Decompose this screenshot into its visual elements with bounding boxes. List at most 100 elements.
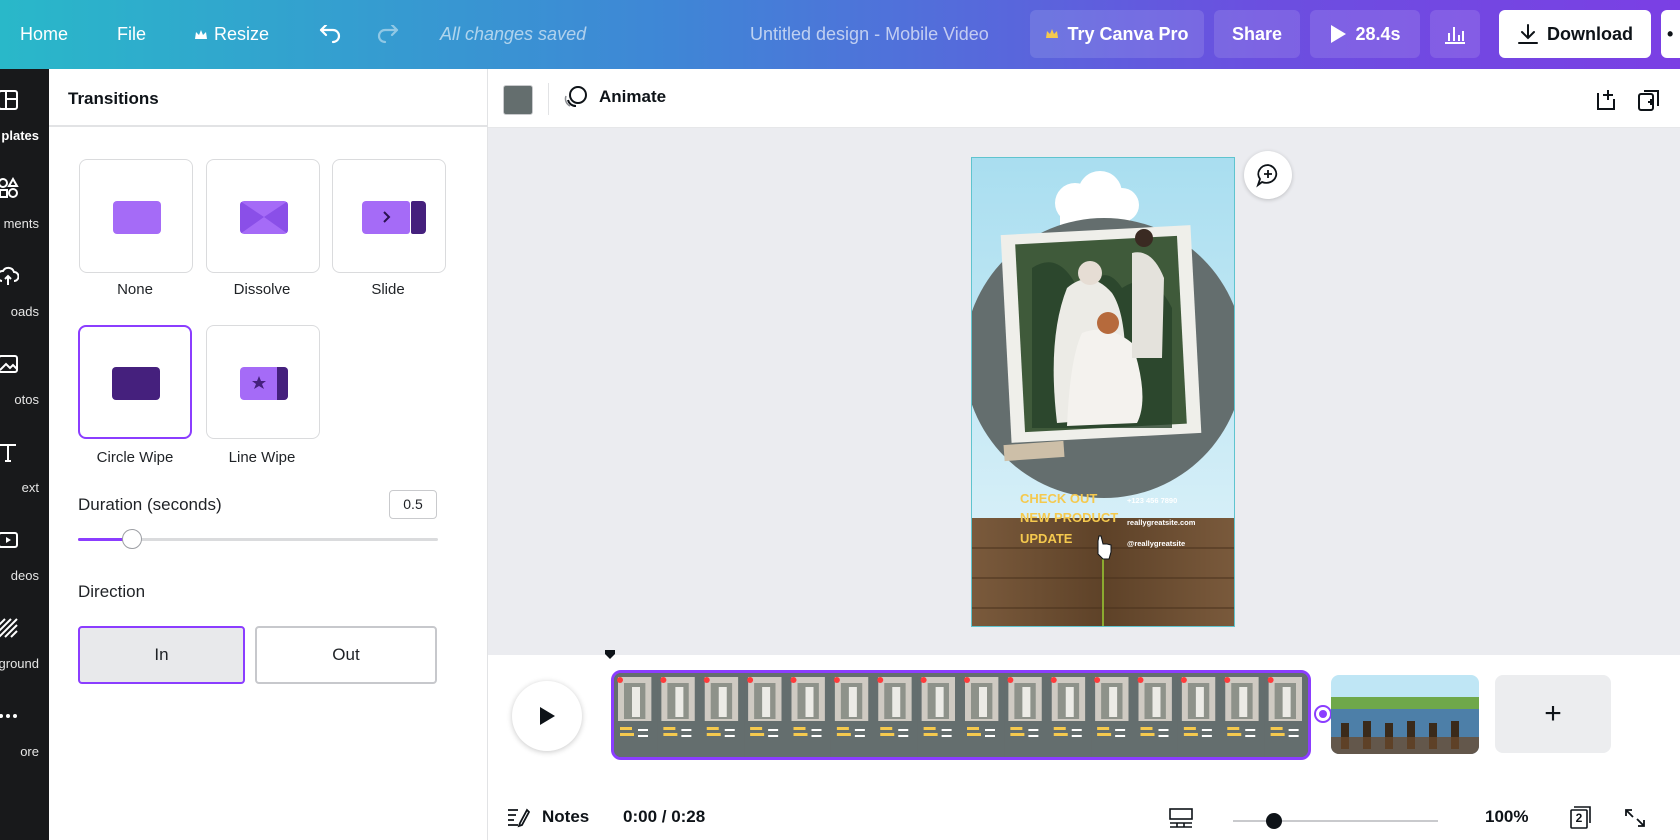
transition-circle-wipe[interactable] — [78, 325, 192, 439]
clip-frame — [1047, 673, 1092, 757]
design-canvas: CHECK OUT NEW PRODUCT UPDATE +123 456 78… — [488, 128, 1680, 655]
add-page-button[interactable]: + — [1495, 675, 1611, 753]
rail-item-more[interactable]: ore — [0, 693, 49, 773]
clip-frame — [917, 673, 961, 757]
rail-item-videos[interactable]: deos — [0, 517, 49, 597]
notes-label: Notes — [542, 807, 590, 826]
file-menu-button[interactable]: File — [117, 0, 146, 69]
transition-slide-label: Slide — [371, 281, 405, 298]
transition-none[interactable] — [79, 159, 193, 273]
undo-button[interactable] — [318, 0, 342, 69]
play-duration-label: 28.4s — [1355, 23, 1401, 44]
transition-line-wipe[interactable] — [206, 325, 320, 439]
share-label: Share — [1231, 23, 1283, 44]
page-count: 2 — [1575, 811, 1583, 825]
panel-title: Transitions — [68, 89, 159, 108]
rail-item-background[interactable]: ground — [0, 605, 49, 685]
add-page-icon[interactable] — [1594, 87, 1620, 113]
panel-divider — [49, 125, 488, 127]
duration-label: Duration (seconds) — [78, 495, 222, 514]
transition-circle-wipe-label: Circle Wipe — [96, 449, 174, 466]
contact-handle: @reallygreatsite — [1127, 539, 1185, 548]
resize-button[interactable]: Resize — [194, 0, 269, 69]
home-button[interactable]: Home — [20, 0, 68, 69]
toolbar-divider — [548, 83, 549, 115]
clip-frame — [830, 673, 875, 757]
transition-line-wipe-preview — [240, 367, 288, 400]
clip-frame — [657, 673, 701, 757]
animate-button[interactable]: Animate — [563, 84, 666, 110]
duration-slider-handle[interactable] — [122, 529, 142, 549]
rail-item-templates[interactable]: plates — [0, 77, 49, 157]
rail-item-elements[interactable]: ments — [0, 165, 49, 245]
rail-item-photos[interactable]: otos — [0, 341, 49, 421]
notes-icon — [508, 808, 530, 828]
more-options-button[interactable]: • — [1661, 10, 1680, 58]
save-status: All changes saved — [440, 24, 587, 44]
play-icon — [1331, 25, 1347, 43]
rail-label: plates — [1, 128, 39, 143]
clip-thumbnails — [614, 673, 1308, 757]
rail-label: ground — [0, 656, 39, 671]
headline-line-1: CHECK OUT — [1020, 491, 1097, 506]
clip-frame — [700, 673, 745, 757]
top-bar: Home File Resize All changes saved Untit… — [0, 0, 1680, 69]
timeline: + — [488, 650, 1680, 795]
clip-frame — [787, 673, 831, 757]
transition-none-label: None — [117, 281, 153, 298]
zoom-slider[interactable] — [1233, 813, 1438, 829]
color-swatch-button[interactable] — [503, 85, 533, 115]
file-label: File — [117, 24, 147, 44]
transition-marker[interactable] — [1314, 705, 1332, 723]
download-button[interactable]: Download — [1499, 10, 1651, 58]
try-canva-pro-button[interactable]: Try Canva Pro — [1030, 10, 1204, 58]
page-2-video-clip[interactable] — [1331, 675, 1479, 754]
download-icon — [1518, 24, 1538, 44]
redo-button[interactable] — [376, 0, 400, 69]
headline-line-2: NEW PRODUCT — [1020, 510, 1118, 525]
insights-button[interactable] — [1430, 10, 1480, 58]
playhead-marker[interactable] — [605, 650, 615, 660]
fullscreen-icon[interactable] — [1623, 807, 1647, 829]
editor-footer: Notes 0:00 / 0:28 100% 2 — [488, 795, 1680, 840]
transition-circle-wipe-preview — [112, 367, 160, 400]
clip-frame — [744, 673, 788, 757]
grid-view-icon[interactable] — [1168, 807, 1194, 829]
transition-dissolve[interactable] — [206, 159, 320, 273]
uploads-icon — [0, 266, 19, 285]
zoom-slider-handle[interactable] — [1266, 813, 1282, 829]
clip-frame — [1091, 673, 1135, 757]
document-title[interactable]: Untitled design - Mobile Video — [750, 0, 989, 69]
home-label: Home — [20, 24, 69, 44]
transition-dissolve-preview — [240, 201, 288, 234]
rail-item-uploads[interactable]: oads — [0, 253, 49, 333]
direction-out-button[interactable]: Out — [255, 626, 437, 684]
zoom-level[interactable]: 100% — [1485, 807, 1528, 827]
add-comment-button[interactable] — [1244, 151, 1292, 199]
clip-frame — [614, 673, 658, 757]
rail-label: ext — [21, 480, 39, 495]
animate-icon — [564, 86, 587, 107]
duplicate-page-icon[interactable] — [1636, 87, 1662, 113]
background-icon — [0, 618, 18, 638]
timeline-play-button[interactable] — [512, 681, 582, 751]
notes-button[interactable]: Notes — [506, 806, 589, 828]
redo-icon — [377, 24, 399, 43]
rail-item-text[interactable]: ext — [0, 429, 49, 509]
rail-label: ore — [20, 744, 39, 759]
transition-dissolve-label: Dissolve — [233, 281, 291, 298]
rail-label: ments — [3, 216, 39, 231]
elements-icon — [0, 177, 19, 198]
comment-plus-icon — [1256, 164, 1278, 188]
direction-in-button[interactable]: In — [78, 626, 245, 684]
page-1-video-clip[interactable] — [611, 670, 1311, 760]
rail-label: oads — [10, 304, 39, 319]
present-play-button[interactable]: 28.4s — [1310, 10, 1420, 58]
duration-slider[interactable] — [78, 529, 438, 549]
design-page[interactable]: CHECK OUT NEW PRODUCT UPDATE +123 456 78… — [971, 157, 1235, 627]
animate-label: Animate — [599, 87, 667, 106]
share-button[interactable]: Share — [1214, 10, 1300, 58]
transition-slide[interactable] — [332, 159, 446, 273]
page-count-button[interactable]: 2 — [1568, 804, 1594, 830]
duration-input[interactable]: 0.5 — [389, 490, 437, 519]
